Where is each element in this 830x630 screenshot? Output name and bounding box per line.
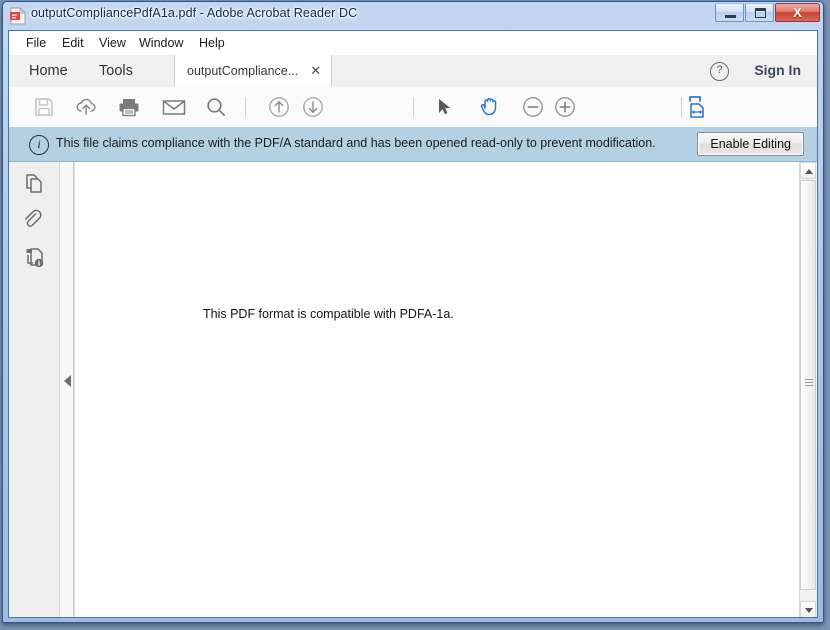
zoom-out-icon (521, 95, 545, 119)
info-icon: i (29, 135, 49, 155)
client-area: File Edit View Window Help Home Tools ou… (8, 30, 818, 618)
toolbar-separator-1 (245, 97, 246, 117)
help-icon[interactable]: ? (710, 62, 729, 81)
scroll-up-button[interactable] (800, 162, 816, 179)
print-button[interactable] (117, 95, 141, 119)
toolbar-separator-2 (413, 97, 414, 117)
toolbar (9, 87, 817, 128)
notification-message: This file claims compliance with the PDF… (56, 136, 656, 150)
acrobat-reader-window: outputCompliancePdfA1a.pdf - Adobe Acrob… (0, 0, 830, 630)
window-controls: X (714, 3, 820, 22)
search-button[interactable] (204, 95, 228, 119)
menu-window[interactable]: Window (134, 35, 188, 51)
save-button[interactable] (33, 95, 55, 119)
menu-bar: File Edit View Window Help (9, 31, 817, 56)
previous-page-button[interactable] (267, 95, 291, 119)
tab-tools[interactable]: Tools (99, 55, 133, 87)
toolbar-separator-3 (681, 97, 682, 117)
standards-info-icon (23, 246, 47, 270)
fit-width-button[interactable] (685, 95, 711, 119)
scroll-up-icon (805, 169, 813, 174)
sidebar-item-page-thumbnails[interactable] (23, 172, 47, 196)
window-title: outputCompliancePdfA1a.pdf - Adobe Acrob… (31, 6, 357, 20)
tab-close-icon[interactable]: ✕ (310, 64, 321, 77)
page-thumbnails-icon (23, 172, 47, 196)
page-body-text: This PDF format is compatible with PDFA-… (203, 307, 454, 321)
search-icon (204, 96, 228, 118)
hand-pan-icon (477, 95, 501, 119)
pane-divider[interactable] (60, 162, 74, 618)
window-frame: outputCompliancePdfA1a.pdf - Adobe Acrob… (2, 1, 824, 623)
navigation-pane (9, 162, 60, 618)
sidebar-item-attachments[interactable] (23, 209, 47, 233)
save-icon (33, 96, 55, 118)
vertical-scrollbar[interactable] (799, 162, 817, 618)
next-page-button[interactable] (301, 95, 325, 119)
cursor-select-icon (433, 96, 455, 118)
menu-edit[interactable]: Edit (57, 35, 89, 51)
fit-page-width-icon (685, 94, 711, 120)
tab-strip: Home Tools outputCompliance... ✕ ? Sign … (9, 55, 817, 88)
attachments-icon (23, 209, 47, 233)
scroll-down-button[interactable] (800, 601, 816, 618)
pdf-document-icon (9, 7, 26, 25)
pdfa-notification-bar: i This file claims compliance with the P… (9, 127, 817, 162)
print-icon (117, 96, 141, 118)
document-area: This PDF format is compatible with PDFA-… (9, 162, 817, 618)
tab-home[interactable]: Home (29, 55, 68, 87)
enable-editing-button[interactable]: Enable Editing (697, 132, 804, 156)
select-tool-button[interactable] (433, 95, 455, 119)
previous-page-icon (267, 95, 291, 119)
menu-view[interactable]: View (94, 35, 131, 51)
tab-document[interactable]: outputCompliance... ✕ (174, 55, 332, 87)
menu-help[interactable]: Help (194, 35, 230, 51)
zoom-out-button[interactable] (521, 95, 545, 119)
title-bar[interactable]: outputCompliancePdfA1a.pdf - Adobe Acrob… (3, 2, 823, 30)
minimize-icon (725, 15, 736, 18)
hand-tool-button[interactable] (477, 95, 501, 119)
close-button[interactable]: X (775, 3, 820, 22)
minimize-button[interactable] (715, 3, 744, 22)
tab-document-label: outputCompliance... (187, 64, 298, 78)
scroll-grip-icon (805, 379, 813, 387)
maximize-icon (755, 8, 766, 18)
scroll-thumb[interactable] (800, 180, 816, 590)
cloud-upload-icon (75, 96, 99, 118)
pdf-page[interactable]: This PDF format is compatible with PDFA-… (74, 162, 799, 618)
sign-in-button[interactable]: Sign In (754, 62, 801, 78)
close-icon: X (776, 4, 819, 21)
upload-button[interactable] (75, 95, 99, 119)
menu-file[interactable]: File (21, 35, 51, 51)
zoom-in-button[interactable] (553, 95, 577, 119)
email-button[interactable] (161, 95, 187, 119)
sidebar-item-standards[interactable] (23, 246, 47, 270)
email-icon (161, 96, 187, 118)
scroll-down-icon (805, 608, 813, 613)
next-page-icon (301, 95, 325, 119)
maximize-button[interactable] (745, 3, 774, 22)
zoom-in-icon (553, 95, 577, 119)
collapse-left-icon[interactable] (64, 375, 71, 387)
